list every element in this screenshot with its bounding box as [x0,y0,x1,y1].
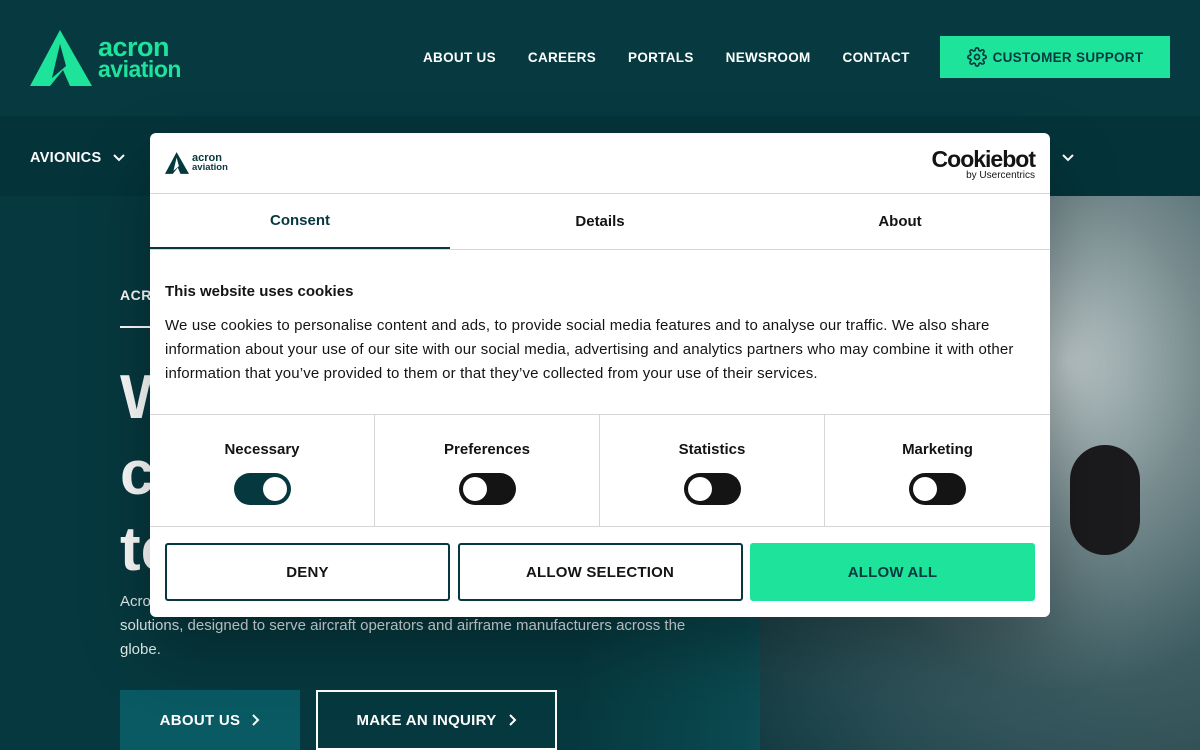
logo-mark-icon [30,30,92,86]
toggle-necessary-switch[interactable] [233,473,291,505]
subnav-avionics[interactable]: AVIONICS [30,150,126,166]
logo-word-acron: acron [98,32,170,62]
dialog-actions: DENY ALLOW SELECTION ALLOW ALL [165,543,1035,601]
nav-newsroom[interactable]: NEWSROOM [726,50,811,65]
customer-support-label: CUSTOMER SUPPORT [992,49,1144,65]
toggle-marketing-label: Marketing [902,441,973,458]
allow-all-button[interactable]: ALLOW ALL [750,543,1035,601]
toggle-statistics-switch[interactable] [683,473,741,505]
hero-make-inquiry-label: MAKE AN INQUIRY [356,711,497,729]
hero-eyebrow: ACR [120,287,152,303]
chevron-right-icon [508,714,516,726]
top-navigation: ABOUT US CAREERS PORTALS NEWSROOM CONTAC… [423,50,942,65]
chevron-down-icon [1062,154,1074,162]
brand-logo[interactable]: acron aviation [30,30,181,86]
hero-about-us-button[interactable]: ABOUT US [120,690,300,750]
allow-selection-button[interactable]: ALLOW SELECTION [457,543,743,601]
toggle-preferences-cell: Preferences [375,415,600,527]
hero-make-inquiry-button[interactable]: MAKE AN INQUIRY [316,690,557,750]
subnav-avionics-label: AVIONICS [30,150,102,166]
dialog-body: This website uses cookies We use cookies… [165,283,1045,386]
hero-about-us-label: ABOUT US [159,711,241,729]
hero-text-line: solutions, designed to serve aircraft op… [120,617,686,634]
toggle-statistics-label: Statistics [678,441,746,458]
cookiebot-wordmark: Cookiebot [931,146,1036,172]
dialog-logo-word-aviation: aviation [192,162,228,173]
nav-portals[interactable]: PORTALS [628,50,694,65]
customer-support-button[interactable]: CUSTOMER SUPPORT [940,36,1170,78]
dialog-heading: This website uses cookies [165,283,354,300]
toggle-preferences-label: Preferences [444,441,530,458]
logo-mark-icon [165,152,189,174]
chevron-down-icon [113,154,126,162]
toggle-statistics-cell: Statistics [600,415,825,527]
toggle-marketing-cell: Marketing [825,415,1050,527]
toggle-necessary-label: Necessary [224,441,300,458]
cookie-category-toggles: Necessary Preferences Statistics Marketi… [150,414,1050,527]
tab-details[interactable]: Details [450,194,750,249]
hero-text-line: globe. [120,641,161,658]
dialog-brand-logo: acron aviation [165,152,228,174]
site-header: acron aviation ABOUT US CAREERS PORTALS … [0,0,1200,116]
logo-word-aviation: aviation [98,56,181,82]
cookiebot-logo[interactable]: Cookiebot by Usercentrics [931,146,1036,181]
gear-icon [966,47,987,67]
cookie-consent-dialog: acron aviation Cookiebot by Usercentrics… [150,133,1050,617]
chevron-right-icon [252,714,260,726]
headset-image-detail [1070,445,1140,555]
dialog-description: We use cookies to personalise content an… [165,317,1014,382]
deny-button[interactable]: DENY [165,543,450,601]
tab-about[interactable]: About [750,194,1050,249]
nav-contact[interactable]: CONTACT [843,50,910,65]
cookiebot-byline: by Usercentrics [966,170,1035,181]
toggle-necessary-cell: Necessary [150,415,375,527]
dialog-tabs: Consent Details About [150,194,1050,250]
nav-careers[interactable]: CAREERS [528,50,596,65]
nav-about-us[interactable]: ABOUT US [423,50,496,65]
dialog-header: acron aviation Cookiebot by Usercentrics [150,133,1050,194]
toggle-marketing-switch[interactable] [909,473,966,505]
tab-consent[interactable]: Consent [150,194,450,249]
toggle-preferences-switch[interactable] [458,473,516,505]
